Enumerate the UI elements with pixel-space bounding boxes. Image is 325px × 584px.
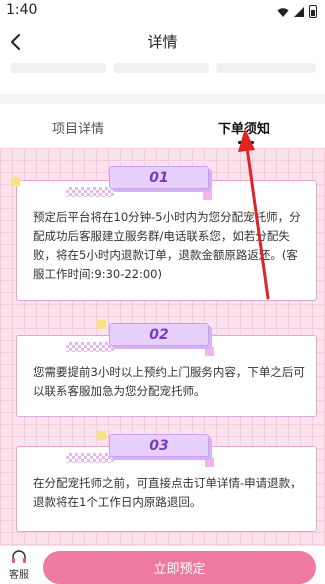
status-time: 1:40 [6,2,38,18]
notice-text: 预定后平台将在10分钟-5小时内为您分配宠托师，分配成功后客服建立服务群/电话联… [33,210,301,281]
customer-service-button[interactable]: 客服 [4,550,34,582]
notice-number: 01 [149,169,169,186]
customer-service-icon [12,550,26,563]
active-tab-indicator [238,141,254,144]
notice-number: 02 [149,326,169,343]
decoration [66,187,114,197]
skeleton-bar [10,63,106,73]
decoration [66,342,114,352]
skeleton-bar [113,63,209,73]
decoration [66,453,114,463]
page-title: 详情 [147,33,178,51]
customer-service-label: 客服 [9,570,29,581]
notice-text: 在分配宠托师之前，可直接点击订单详情-申请退款，退款将在1个工作日内原路退回。 [33,476,302,509]
status-icons [277,5,317,18]
nav-bar: 详情 [0,24,325,60]
notice-number-tag: 03 [109,434,209,457]
book-now-button[interactable]: 立即预定 [43,551,316,584]
decoration [97,431,106,440]
loading-placeholders [0,63,325,75]
tab-bar: 项目详情 下单须知 [0,104,325,148]
signal-icon [294,6,304,17]
battery-icon [309,5,317,18]
notice-text: 您需要提前3小时以上预约上门服务内容，下单之后可以联系客服加急为您分配宠托师。 [33,365,305,398]
notice-number: 03 [149,437,169,454]
section-divider [0,94,325,104]
notice-number-tag: 02 [109,323,209,346]
tab-order-notice[interactable]: 下单须知 [218,118,270,137]
notice-number-tag: 01 [109,166,209,189]
decoration [11,177,20,186]
wifi-icon [277,7,289,17]
notice-card-1: 预定后平台将在10分钟-5小时内为您分配宠托师，分配成功后客服建立服务群/电话联… [16,180,317,301]
bottom-action-bar: 客服 立即预定 [0,546,325,584]
decoration [203,191,212,200]
skeleton-bar [216,63,316,73]
tab-project-details[interactable]: 项目详情 [52,118,104,137]
decoration [97,320,106,329]
status-bar: 1:40 [0,0,325,24]
